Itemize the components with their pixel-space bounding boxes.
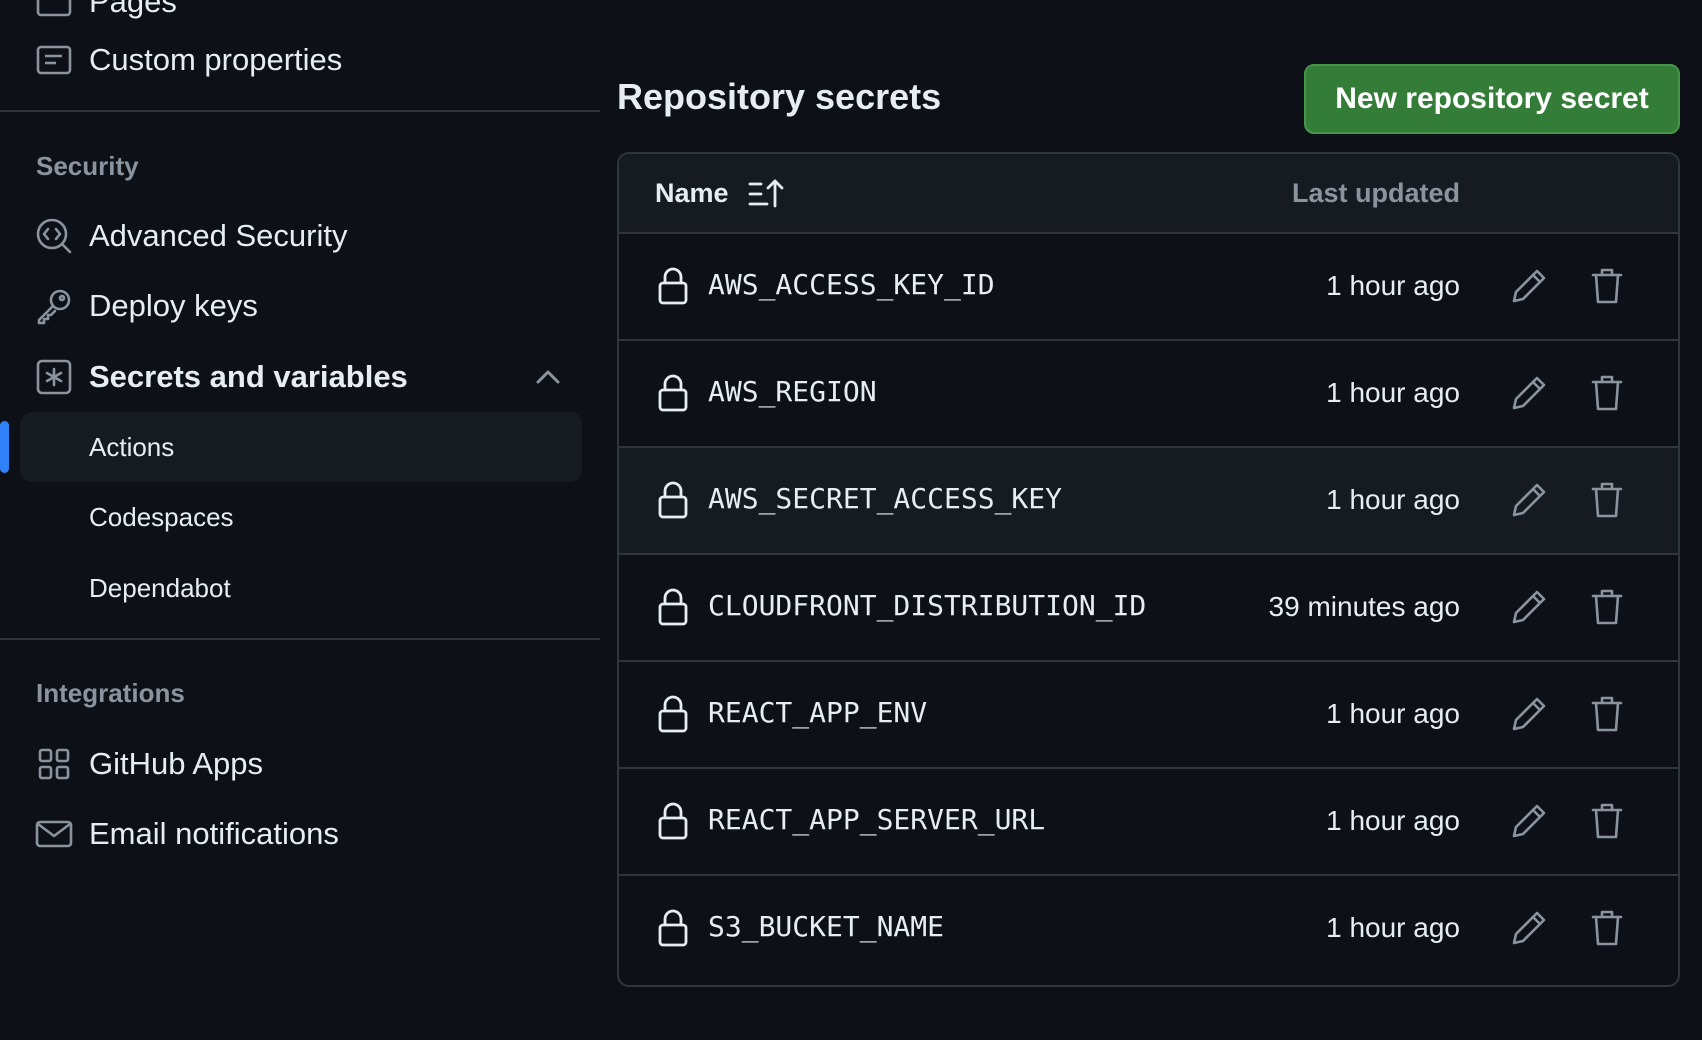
- last-updated-text: 1 hour ago: [1326, 377, 1460, 408]
- secret-name: AWS_ACCESS_KEY_ID: [708, 268, 995, 301]
- sidebar-item-custom-properties[interactable]: Custom properties: [0, 28, 600, 92]
- sidebar-subitem-dependabot[interactable]: Dependabot: [20, 553, 582, 623]
- sidebar-divider: [0, 110, 600, 112]
- pencil-icon[interactable]: [1509, 908, 1549, 948]
- page-title: Repository secrets: [617, 76, 942, 117]
- table-row: AWS_REGION 1 hour ago: [619, 341, 1678, 448]
- key-icon: [34, 286, 74, 326]
- sidebar-item-secrets-and-variables[interactable]: Secrets and variables: [0, 345, 600, 409]
- lock-icon: [655, 373, 691, 413]
- lock-icon: [655, 801, 691, 841]
- pencil-icon[interactable]: [1509, 373, 1549, 413]
- table-row: REACT_APP_ENV 1 hour ago: [619, 662, 1678, 769]
- section-heading-integrations: Integrations: [36, 678, 185, 708]
- last-updated-text: 1 hour ago: [1326, 270, 1460, 301]
- table-row: AWS_ACCESS_KEY_ID 1 hour ago: [619, 234, 1678, 341]
- note-icon: [34, 40, 74, 80]
- lock-icon: [655, 480, 691, 520]
- sidebar-item-label: GitHub Apps: [89, 746, 264, 781]
- lock-icon: [655, 266, 691, 306]
- table-body: AWS_ACCESS_KEY_ID 1 hour ago AWS_REGION …: [619, 234, 1678, 983]
- secret-name: AWS_REGION: [708, 375, 877, 408]
- key-asterisk-icon: [34, 357, 74, 397]
- sidebar-item-github-apps[interactable]: GitHub Apps: [0, 732, 600, 796]
- secret-name: REACT_APP_SERVER_URL: [708, 803, 1046, 836]
- trash-icon[interactable]: [1587, 266, 1627, 306]
- secret-name: AWS_SECRET_ACCESS_KEY: [708, 482, 1063, 515]
- sidebar-subitem-codespaces[interactable]: Codespaces: [20, 482, 582, 552]
- table-header: Name Last updated: [619, 154, 1678, 234]
- pencil-icon[interactable]: [1509, 801, 1549, 841]
- sidebar-subitem-label: Codespaces: [89, 501, 234, 532]
- sidebar-item-label: Secrets and variables: [89, 359, 408, 394]
- secret-name: REACT_APP_ENV: [708, 696, 928, 729]
- sidebar-divider: [0, 638, 600, 640]
- codescan-icon: [34, 216, 74, 256]
- sidebar-item-label: Advanced Security: [89, 218, 348, 253]
- sidebar-item-label: Email notifications: [89, 816, 339, 851]
- lock-icon: [655, 908, 691, 948]
- last-updated-text: 39 minutes ago: [1268, 591, 1460, 622]
- trash-icon[interactable]: [1587, 373, 1627, 413]
- apps-icon: [34, 744, 74, 784]
- table-row: REACT_APP_SERVER_URL 1 hour ago: [619, 769, 1678, 876]
- table-row: S3_BUCKET_NAME 1 hour ago: [619, 876, 1678, 983]
- lock-icon: [655, 694, 691, 734]
- new-repository-secret-button[interactable]: New repository secret: [1304, 64, 1680, 134]
- settings-page: Pages Custom properties Security Advance…: [0, 0, 1702, 1040]
- sidebar-item-label: Deploy keys: [89, 288, 258, 323]
- last-updated-text: 1 hour ago: [1326, 484, 1460, 515]
- pencil-icon[interactable]: [1509, 480, 1549, 520]
- pencil-icon[interactable]: [1509, 266, 1549, 306]
- trash-icon[interactable]: [1587, 908, 1627, 948]
- secrets-main: Repository secrets New repository secret…: [617, 0, 1682, 1040]
- section-heading-security: Security: [36, 151, 139, 181]
- chevron-up-icon[interactable]: [530, 359, 566, 395]
- mail-icon: [34, 814, 74, 854]
- last-updated-text: 1 hour ago: [1326, 805, 1460, 836]
- sidebar-subitem-actions[interactable]: Actions: [20, 412, 582, 482]
- trash-icon[interactable]: [1587, 694, 1627, 734]
- column-header-name[interactable]: Name: [655, 178, 729, 209]
- pencil-icon[interactable]: [1509, 587, 1549, 627]
- secret-name: CLOUDFRONT_DISTRIBUTION_ID: [708, 589, 1147, 622]
- trash-icon[interactable]: [1587, 801, 1627, 841]
- secret-name: S3_BUCKET_NAME: [708, 910, 945, 943]
- secrets-table: Name Last updated AWS_ACCESS_KEY_ID 1 ho…: [617, 152, 1680, 987]
- last-updated-text: 1 hour ago: [1326, 912, 1460, 943]
- sort-ascending-icon[interactable]: [747, 176, 787, 212]
- sidebar-item-label: Pages: [89, 0, 177, 19]
- sidebar-item-email-notifications[interactable]: Email notifications: [0, 802, 600, 866]
- trash-icon[interactable]: [1587, 480, 1627, 520]
- active-indicator: [0, 421, 9, 473]
- lock-icon: [655, 587, 691, 627]
- pencil-icon[interactable]: [1509, 694, 1549, 734]
- trash-icon[interactable]: [1587, 587, 1627, 627]
- sidebar-item-deploy-keys[interactable]: Deploy keys: [0, 274, 600, 338]
- browser-icon: [34, 0, 74, 22]
- settings-sidebar: Pages Custom properties Security Advance…: [0, 0, 600, 1040]
- last-updated-text: 1 hour ago: [1326, 698, 1460, 729]
- table-row: CLOUDFRONT_DISTRIBUTION_ID 39 minutes ag…: [619, 555, 1678, 662]
- column-header-last-updated: Last updated: [1291, 178, 1460, 208]
- sidebar-subitem-label: Actions: [89, 431, 175, 462]
- sidebar-item-advanced-security[interactable]: Advanced Security: [0, 204, 600, 268]
- sidebar-item-label: Custom properties: [89, 42, 343, 77]
- table-row: AWS_SECRET_ACCESS_KEY 1 hour ago: [619, 448, 1678, 555]
- sidebar-subitem-label: Dependabot: [89, 572, 231, 603]
